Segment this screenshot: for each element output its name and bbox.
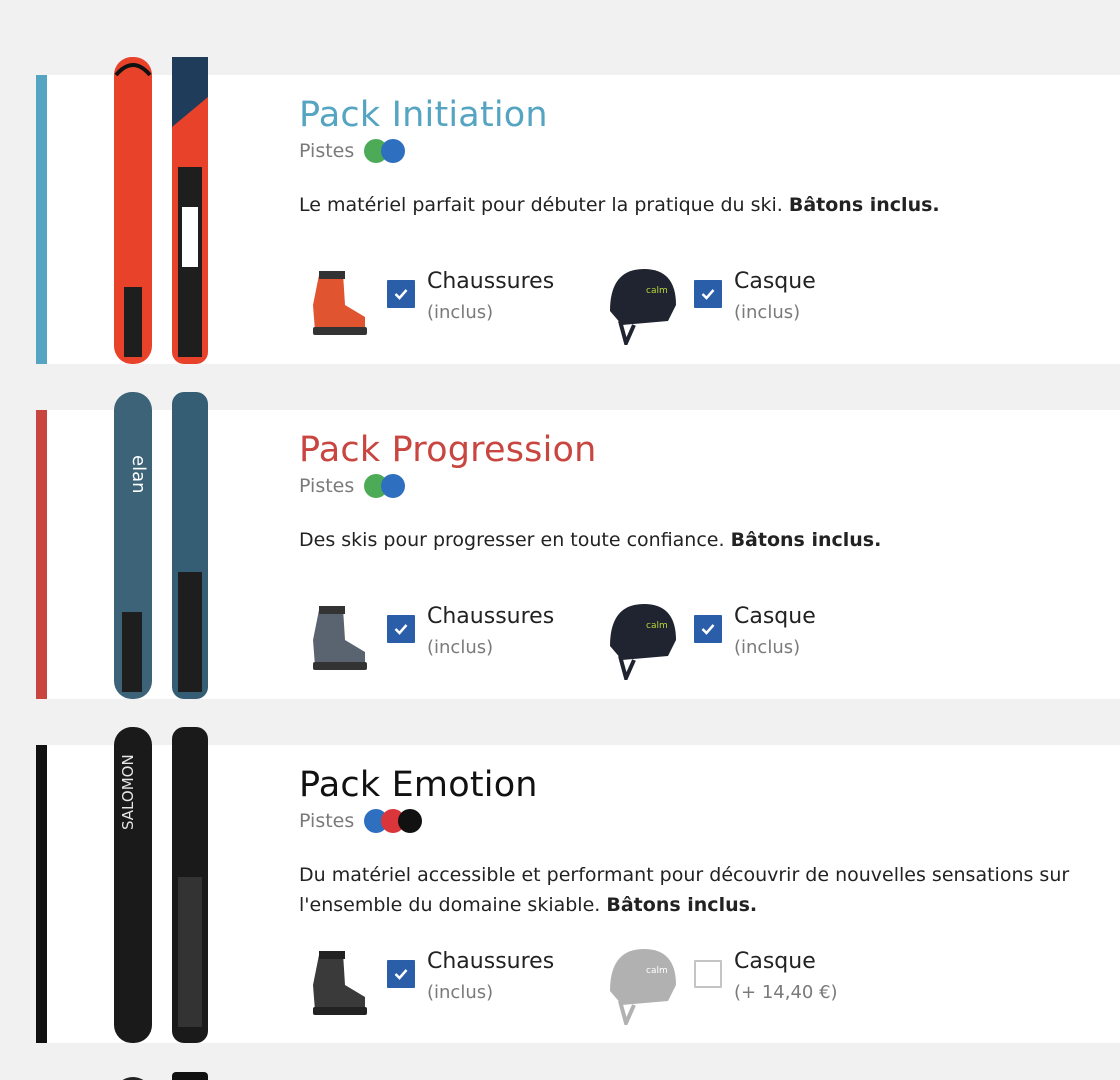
option-price: (inclus)	[427, 637, 494, 658]
option-price: (+ 14,40 €)	[734, 982, 838, 1003]
option-name: Casque	[734, 949, 816, 974]
level-dots	[364, 474, 406, 498]
option-price: (inclus)	[734, 637, 801, 658]
level-label: Pistes	[299, 140, 355, 162]
pack-accent-bar	[36, 745, 47, 1043]
option-price: (inclus)	[427, 302, 494, 323]
helmet-icon: calm	[610, 269, 676, 345]
description-text: Le matériel parfait pour débuter la prat…	[299, 194, 783, 216]
option-helmet[interactable]: calm Casque (inclus)	[606, 265, 866, 345]
pack-card-initiation[interactable]: Pack Initiation Pistes Le matériel parfa…	[36, 57, 1120, 364]
pack-title: Pack Progression	[299, 430, 597, 470]
description-bold: Bâtons inclus.	[606, 894, 758, 916]
helmet-checkbox[interactable]	[694, 960, 722, 988]
pack-description: Le matériel parfait pour débuter la prat…	[299, 190, 1089, 220]
level-dot-black	[398, 809, 423, 833]
level-label: Pistes	[299, 810, 355, 832]
option-price: (inclus)	[427, 982, 494, 1003]
pack-accent-bar	[36, 75, 47, 364]
option-price: (inclus)	[734, 302, 801, 323]
level-row: Pistes	[299, 473, 406, 499]
option-name: Chaussures	[427, 269, 555, 294]
option-boots[interactable]: Chaussures (inclus)	[299, 945, 579, 1025]
level-row: Pistes	[299, 138, 406, 164]
level-row: Pistes	[299, 808, 424, 834]
description-bold: Bâtons inclus.	[788, 194, 940, 216]
level-dots	[364, 139, 406, 163]
level-dot-blue	[381, 139, 406, 163]
pack-accent-bar	[36, 410, 47, 699]
level-dot-blue	[381, 474, 406, 498]
level-dots	[364, 809, 424, 833]
pack-title: Pack Emotion	[299, 765, 538, 805]
option-name: Casque	[734, 604, 816, 629]
next-pack-skis-peek	[106, 1070, 216, 1080]
boot-icon	[313, 951, 367, 1015]
helmet-icon: calm	[610, 604, 676, 680]
skis-image	[114, 57, 208, 364]
option-name: Chaussures	[427, 949, 555, 974]
option-boots[interactable]: Chaussures (inclus)	[299, 265, 579, 345]
option-boots[interactable]: Chaussures (inclus)	[299, 600, 579, 680]
svg-text:elan: elan	[128, 455, 149, 494]
svg-text:SALOMON: SALOMON	[119, 754, 137, 830]
svg-text:calm: calm	[646, 286, 668, 296]
pack-description: Du matériel accessible et performant pou…	[299, 860, 1089, 920]
helmet-checkbox[interactable]	[694, 280, 722, 308]
skis-image: SALOMON	[114, 727, 208, 1043]
skis-image: elan	[114, 392, 208, 699]
boots-checkbox[interactable]	[387, 280, 415, 308]
helmet-checkbox[interactable]	[694, 615, 722, 643]
svg-text:calm: calm	[646, 621, 668, 631]
pack-card-progression[interactable]: elan Pack Progression Pistes Des skis po…	[36, 392, 1120, 699]
option-helmet[interactable]: calm Casque (+ 14,40 €)	[606, 945, 866, 1025]
description-bold: Bâtons inclus.	[730, 529, 882, 551]
boots-checkbox[interactable]	[387, 615, 415, 643]
description-text: Des skis pour progresser en toute confia…	[299, 529, 725, 551]
boots-checkbox[interactable]	[387, 960, 415, 988]
pack-title: Pack Initiation	[299, 95, 548, 135]
option-helmet[interactable]: calm Casque (inclus)	[606, 600, 866, 680]
pack-card-emotion[interactable]: SALOMON Pack Emotion Pistes Du matériel …	[36, 727, 1120, 1043]
boot-icon	[313, 606, 367, 670]
option-name: Chaussures	[427, 604, 555, 629]
pack-description: Des skis pour progresser en toute confia…	[299, 525, 1089, 555]
level-label: Pistes	[299, 475, 355, 497]
option-name: Casque	[734, 269, 816, 294]
helmet-icon: calm	[610, 949, 676, 1025]
boot-icon	[313, 271, 367, 335]
svg-text:calm: calm	[646, 966, 668, 976]
